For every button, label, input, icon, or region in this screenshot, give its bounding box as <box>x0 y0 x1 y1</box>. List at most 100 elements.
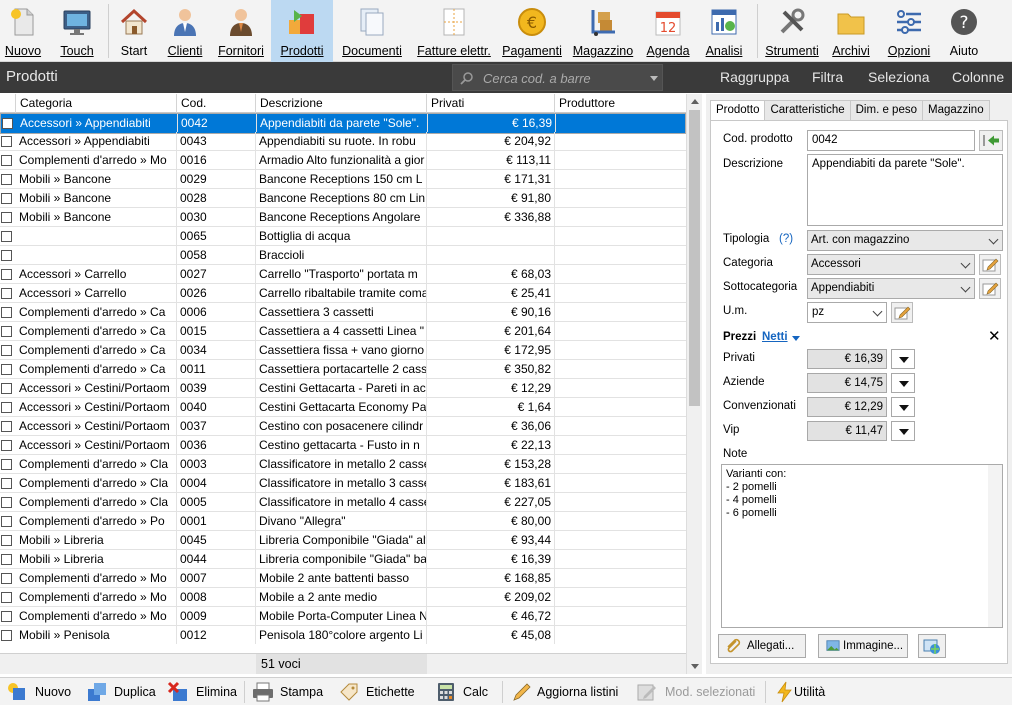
table-row[interactable]: Accessori » Cestini/Portaom 0037 Cestino c… <box>0 417 686 436</box>
price-vip-field[interactable]: € 11,47 <box>807 421 887 441</box>
table-row[interactable]: Mobili » Bancone 0028 Bancone Receptions 8… <box>0 189 686 208</box>
bottom-nuovo-button[interactable]: Nuovo <box>6 678 76 705</box>
categoria-select[interactable]: Accessori <box>807 254 975 275</box>
sottocategoria-select[interactable]: Appendiabiti <box>807 278 975 299</box>
price-aziende-field[interactable]: € 14,75 <box>807 373 887 393</box>
table-row[interactable]: Complementi d'arredo » Mo 0009 Mobile Port… <box>0 607 686 626</box>
toolbar-aiuto-button[interactable]: ? Aiuto <box>942 0 986 62</box>
table-row[interactable]: Accessori » Carrello 0027 Carrello "Traspo… <box>0 265 686 284</box>
table-row[interactable]: Complementi d'arredo » Ca 0034 Cassettiera… <box>0 341 686 360</box>
row-checkbox[interactable] <box>1 288 12 299</box>
row-checkbox[interactable] <box>1 421 12 432</box>
toolbar-analisi-button[interactable]: Analisi <box>697 0 751 62</box>
netti-dropdown-arrow-icon[interactable] <box>792 336 800 341</box>
table-row[interactable]: Complementi d'arredo » Mo 0016 Armadio Alt… <box>0 151 686 170</box>
table-row[interactable]: Complementi d'arredo » Mo 0007 Mobile 2 an… <box>0 569 686 588</box>
row-checkbox[interactable] <box>1 554 12 565</box>
bottom-elimina-button[interactable]: Elimina <box>167 678 239 705</box>
table-row[interactable]: Complementi d'arredo » Cla 0003 Classifica… <box>0 455 686 474</box>
table-row[interactable]: Accessori » Carrello 0026 Carrello ribalta… <box>0 284 686 303</box>
tipologia-select[interactable]: Art. con magazzino <box>807 230 1003 251</box>
row-checkbox[interactable] <box>1 440 12 451</box>
toolbar-touch-button[interactable]: Touch <box>46 0 108 62</box>
notes-textarea[interactable]: Varianti con: - 2 pomelli - 4 pomelli - … <box>721 464 1003 628</box>
toolbar-clienti-button[interactable]: Clienti <box>159 0 211 62</box>
price-convenzionati-field[interactable]: € 12,29 <box>807 397 887 417</box>
bottom-duplica-button[interactable]: Duplica <box>86 678 158 705</box>
close-icon[interactable]: ✕ <box>988 327 1001 345</box>
row-checkbox[interactable] <box>1 535 12 546</box>
barcode-search-input[interactable]: Cerca cod. a barre <box>452 64 663 91</box>
filtra-menu[interactable]: Filtra <box>812 69 843 85</box>
notes-scrollbar[interactable] <box>988 465 1002 627</box>
toolbar-pagamenti-button[interactable]: € Pagamenti <box>497 0 567 62</box>
row-checkbox[interactable] <box>1 136 12 147</box>
scroll-up-arrow-icon[interactable] <box>691 99 699 104</box>
bottom-aggiorna-listini-button[interactable]: Aggiorna listini <box>511 678 623 705</box>
row-checkbox[interactable] <box>1 573 12 584</box>
web-image-button[interactable] <box>918 634 946 658</box>
row-checkbox[interactable] <box>1 250 12 261</box>
sottocategoria-edit-button[interactable] <box>979 278 1001 299</box>
row-checkbox[interactable] <box>1 364 12 375</box>
scroll-down-arrow-icon[interactable] <box>691 664 699 669</box>
row-checkbox[interactable] <box>2 118 13 129</box>
row-checkbox[interactable] <box>1 307 12 318</box>
table-row[interactable]: Mobili » Penisola 0012 Penisola 180°colore… <box>0 626 686 644</box>
toolbar-start-button[interactable]: Start <box>109 0 159 62</box>
table-row[interactable]: Mobili » Libreria 0045 Libreria Componibil… <box>0 531 686 550</box>
um-select[interactable]: pz <box>807 302 887 323</box>
row-checkbox[interactable] <box>1 383 12 394</box>
row-checkbox[interactable] <box>1 212 12 223</box>
table-row[interactable]: Complementi d'arredo » Po 0001 Divano "All… <box>0 512 686 531</box>
product-code-field[interactable]: 0042 <box>807 130 975 151</box>
toolbar-strumenti-button[interactable]: Strumenti <box>758 0 826 62</box>
table-row[interactable]: Accessori » Cestini/Portaom 0040 Cestini G… <box>0 398 686 417</box>
toolbar-nuovo-button[interactable]: Nuovo <box>0 0 46 62</box>
seleziona-menu[interactable]: Seleziona <box>868 69 930 85</box>
toolbar-magazzino-button[interactable]: Magazzino <box>567 0 639 62</box>
row-checkbox[interactable] <box>1 345 12 356</box>
table-row[interactable]: Mobili » Libreria 0044 Libreria componibil… <box>0 550 686 569</box>
row-checkbox[interactable] <box>1 478 12 489</box>
table-row[interactable]: Accessori » Appendiabiti 0042 Appendiabiti… <box>0 113 686 134</box>
immagine-button[interactable]: Immagine... <box>818 634 908 658</box>
row-checkbox[interactable] <box>1 630 12 641</box>
price-privati-field[interactable]: € 16,39 <box>807 349 887 369</box>
toolbar-prodotti-button[interactable]: Prodotti <box>271 0 333 62</box>
bottom-utilita-button[interactable]: Utilità <box>774 678 834 705</box>
raggruppa-menu[interactable]: Raggruppa <box>720 69 789 85</box>
header-privati[interactable]: Privati <box>427 94 555 113</box>
table-row[interactable]: 0065 Bottiglia di acqua <box>0 227 686 246</box>
grid-vertical-scrollbar[interactable] <box>686 94 702 674</box>
table-row[interactable]: Mobili » Bancone 0030 Bancone Receptions A… <box>0 208 686 227</box>
toolbar-archivi-button[interactable]: Archivi <box>826 0 876 62</box>
row-checkbox[interactable] <box>1 326 12 337</box>
tab-prodotto[interactable]: Prodotto <box>710 100 766 121</box>
table-row[interactable]: Complementi d'arredo » Cla 0004 Classifica… <box>0 474 686 493</box>
toolbar-opzioni-button[interactable]: Opzioni <box>876 0 942 62</box>
row-checkbox[interactable] <box>1 174 12 185</box>
row-checkbox[interactable] <box>1 193 12 204</box>
um-edit-button[interactable] <box>891 302 913 323</box>
toolbar-fornitori-button[interactable]: Fornitori <box>211 0 271 62</box>
scrollbar-thumb[interactable] <box>689 110 700 406</box>
price-convenzionati-dropdown[interactable] <box>891 397 915 417</box>
allegati-button[interactable]: Allegati... <box>718 634 806 658</box>
table-row[interactable]: Accessori » Cestini/Portaom 0036 Cestino g… <box>0 436 686 455</box>
table-row[interactable]: Complementi d'arredo » Ca 0011 Cassettiera… <box>0 360 686 379</box>
row-checkbox[interactable] <box>1 402 12 413</box>
price-vip-dropdown[interactable] <box>891 421 915 441</box>
row-checkbox[interactable] <box>1 155 12 166</box>
toolbar-agenda-button[interactable]: 12 Agenda <box>639 0 697 62</box>
bottom-mod-selezionati-button[interactable]: Mod. selezionati <box>636 678 760 705</box>
tab-magazzino[interactable]: Magazzino <box>921 100 990 120</box>
table-row[interactable]: Complementi d'arredo » Mo 0008 Mobile a 2 … <box>0 588 686 607</box>
table-row[interactable]: Complementi d'arredo » Ca 0015 Cassettiera… <box>0 322 686 341</box>
price-aziende-dropdown[interactable] <box>891 373 915 393</box>
price-privati-dropdown[interactable] <box>891 349 915 369</box>
table-row[interactable]: Mobili » Bancone 0029 Bancone Receptions 1… <box>0 170 686 189</box>
tipologia-help-link[interactable]: (?) <box>779 233 793 245</box>
row-checkbox[interactable] <box>1 592 12 603</box>
table-row[interactable]: 0058 Braccioli <box>0 246 686 265</box>
